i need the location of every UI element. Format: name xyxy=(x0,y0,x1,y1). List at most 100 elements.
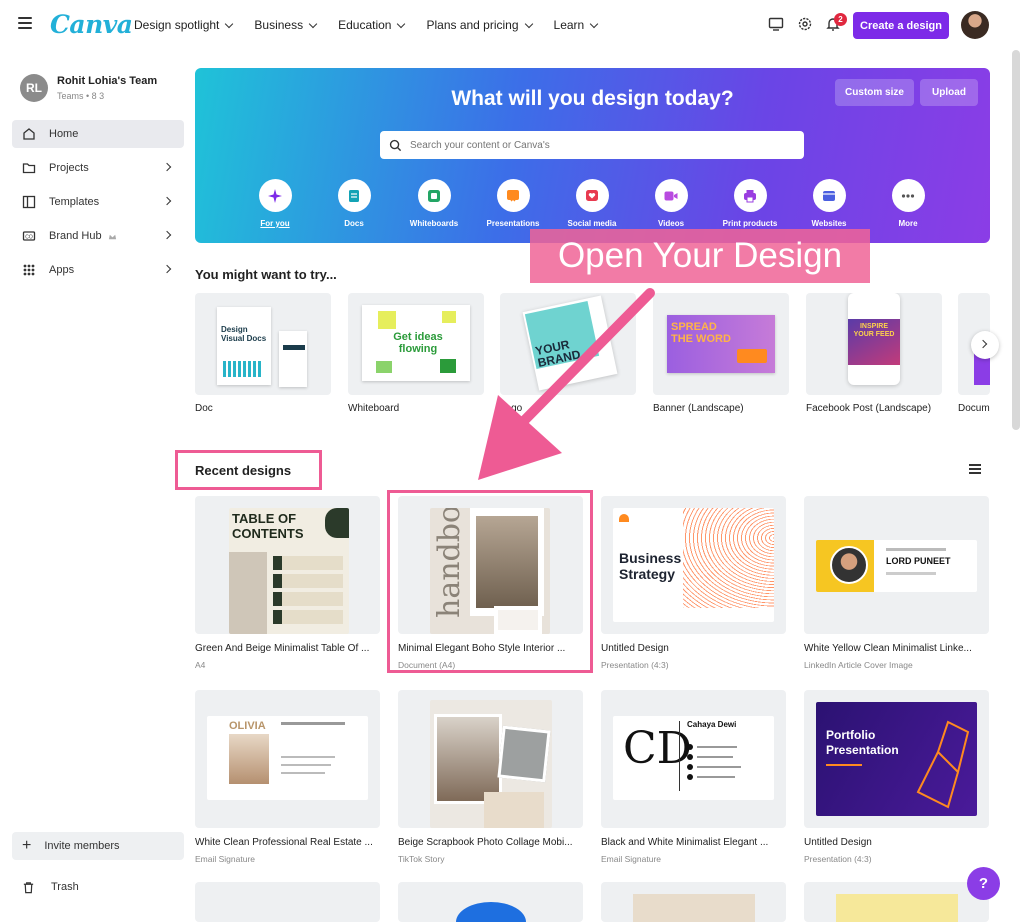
portfolio-thumb-title: Portfolio Presentation xyxy=(826,728,899,757)
presentation-icon xyxy=(496,179,530,212)
team-name[interactable]: Rohit Lohia's Team xyxy=(57,75,157,87)
nav-business[interactable]: Business xyxy=(254,18,318,32)
category-videos[interactable]: Videos xyxy=(631,179,711,228)
doc-card-text: Design Visual Docs xyxy=(221,325,267,343)
try-card-doc[interactable]: Design Visual Docs xyxy=(195,293,331,395)
chevron-right-icon xyxy=(162,230,172,240)
whiteboard-card-text: Get ideas flowing xyxy=(393,331,443,355)
menu-icon[interactable] xyxy=(18,17,32,29)
category-docs[interactable]: Docs xyxy=(314,179,394,228)
sidebar-item-label: Apps xyxy=(49,264,75,276)
gear-icon[interactable] xyxy=(797,16,813,32)
sidebar: RL Rohit Lohia's Team Teams • 8 3 Home P… xyxy=(0,52,192,912)
chevron-down-icon xyxy=(225,19,234,28)
trash-button[interactable]: Trash xyxy=(12,873,184,901)
design-type: LinkedIn Article Cover Image xyxy=(804,660,913,670)
fb-card-text: INSPIRE YOUR FEED xyxy=(853,323,895,338)
banner-card-text: SPREAD THE WORD xyxy=(671,321,731,345)
lord-puneet-thumb-text: LORD PUNEET xyxy=(886,556,951,566)
nav-design-spotlight[interactable]: Design spotlight xyxy=(134,18,234,32)
sidebar-item-apps[interactable]: Apps xyxy=(12,256,184,284)
custom-size-button[interactable]: Custom size xyxy=(835,79,914,106)
search-bar[interactable] xyxy=(380,131,804,159)
help-button[interactable]: ? xyxy=(967,867,1000,900)
design-card-partial[interactable] xyxy=(195,882,380,922)
olivia-thumb-text: OLIVIA xyxy=(229,720,266,732)
sidebar-item-projects[interactable]: Projects xyxy=(12,154,184,182)
canva-logo[interactable]: Canva xyxy=(50,10,133,39)
list-view-icon[interactable] xyxy=(969,464,981,474)
category-whiteboards[interactable]: Whiteboards xyxy=(394,179,474,228)
design-card-business-strategy[interactable]: Business Strategy xyxy=(601,496,786,634)
design-title[interactable]: Untitled Design xyxy=(804,837,989,848)
nav-plans-pricing[interactable]: Plans and pricing xyxy=(426,18,533,32)
design-title[interactable]: Beige Scrapbook Photo Collage Mobi... xyxy=(398,837,583,848)
category-for-you[interactable]: For you xyxy=(235,179,315,228)
folder-icon xyxy=(22,163,36,174)
try-card-banner[interactable]: SPREAD THE WORD xyxy=(653,293,789,395)
svg-text:CO: CO xyxy=(25,235,33,241)
category-label: Social media xyxy=(567,219,617,228)
plus-icon: + xyxy=(22,837,32,854)
try-label: Whiteboard xyxy=(348,403,400,414)
chevron-right-icon xyxy=(978,339,988,349)
carousel-next-button[interactable] xyxy=(971,331,999,359)
search-input[interactable] xyxy=(410,139,790,151)
print-icon xyxy=(733,179,767,212)
hero-banner: What will you design today? Custom size … xyxy=(195,68,990,243)
category-label: Docs xyxy=(344,219,364,228)
category-label: Print products xyxy=(722,219,778,228)
invite-members-button[interactable]: + Invite members xyxy=(12,832,184,860)
top-nav: Design spotlight Business Education Plan… xyxy=(134,18,599,32)
upload-button[interactable]: Upload xyxy=(920,79,978,106)
design-card-partial[interactable] xyxy=(601,882,786,922)
design-title[interactable]: White Clean Professional Real Estate ... xyxy=(195,837,380,848)
sidebar-item-label: Projects xyxy=(49,162,89,174)
design-title[interactable]: Untitled Design xyxy=(601,643,786,654)
chevron-right-icon xyxy=(162,162,172,172)
top-bar: Canva Design spotlight Business Educatio… xyxy=(0,0,1024,52)
category-more[interactable]: More xyxy=(868,179,948,228)
design-card-real-estate[interactable]: OLIVIA xyxy=(195,690,380,828)
design-card-partial[interactable] xyxy=(804,882,989,922)
design-type: Presentation (4:3) xyxy=(804,854,872,864)
try-card-whiteboard[interactable]: Get ideas flowing xyxy=(348,293,484,395)
desktop-icon[interactable] xyxy=(768,16,784,32)
category-print-products[interactable]: Print products xyxy=(710,179,790,228)
nav-education[interactable]: Education xyxy=(338,18,406,32)
templates-icon xyxy=(22,195,36,209)
sidebar-item-home[interactable]: Home xyxy=(12,120,184,148)
category-social-media[interactable]: Social media xyxy=(552,179,632,228)
category-label: Whiteboards xyxy=(409,219,459,228)
try-card-facebook-post[interactable]: INSPIRE YOUR FEED xyxy=(806,293,942,395)
design-title[interactable]: Green And Beige Minimalist Table Of ... xyxy=(195,643,380,654)
sidebar-item-brand-hub[interactable]: CO Brand Hub xyxy=(12,222,184,250)
create-design-button[interactable]: Create a design xyxy=(853,12,949,39)
more-icon xyxy=(891,179,925,212)
design-card-partial[interactable] xyxy=(398,882,583,922)
design-title[interactable]: White Yellow Clean Minimalist Linke... xyxy=(804,643,989,654)
video-icon xyxy=(654,179,688,212)
design-card-cahaya[interactable]: CD Cahaya Dewi xyxy=(601,690,786,828)
design-card-portfolio[interactable]: Portfolio Presentation xyxy=(804,690,989,828)
category-label: More xyxy=(898,219,918,228)
team-subtitle: Teams • 8 3 xyxy=(57,91,105,101)
sidebar-item-templates[interactable]: Templates xyxy=(12,188,184,216)
avatar[interactable] xyxy=(961,11,989,39)
design-card-toc[interactable]: TABLE OF CONTENTS xyxy=(195,496,380,634)
design-type: Email Signature xyxy=(195,854,256,864)
heart-icon xyxy=(575,179,609,212)
recent-section-title: Recent designs xyxy=(195,463,292,478)
design-title[interactable]: Minimal Elegant Boho Style Interior ... xyxy=(398,643,583,654)
team-avatar[interactable]: RL xyxy=(20,74,48,102)
category-websites[interactable]: Websites xyxy=(789,179,869,228)
design-title[interactable]: Black and White Minimalist Elegant ... xyxy=(601,837,786,848)
category-label: Videos xyxy=(657,219,685,228)
nav-learn[interactable]: Learn xyxy=(554,18,599,32)
chevron-down-icon xyxy=(524,19,533,28)
category-presentations[interactable]: Presentations xyxy=(473,179,553,228)
scrollbar[interactable] xyxy=(1012,50,1020,430)
design-card-scrapbook[interactable] xyxy=(398,690,583,828)
design-type: Presentation (4:3) xyxy=(601,660,669,670)
design-card-lord-puneet[interactable]: LORD PUNEET xyxy=(804,496,989,634)
